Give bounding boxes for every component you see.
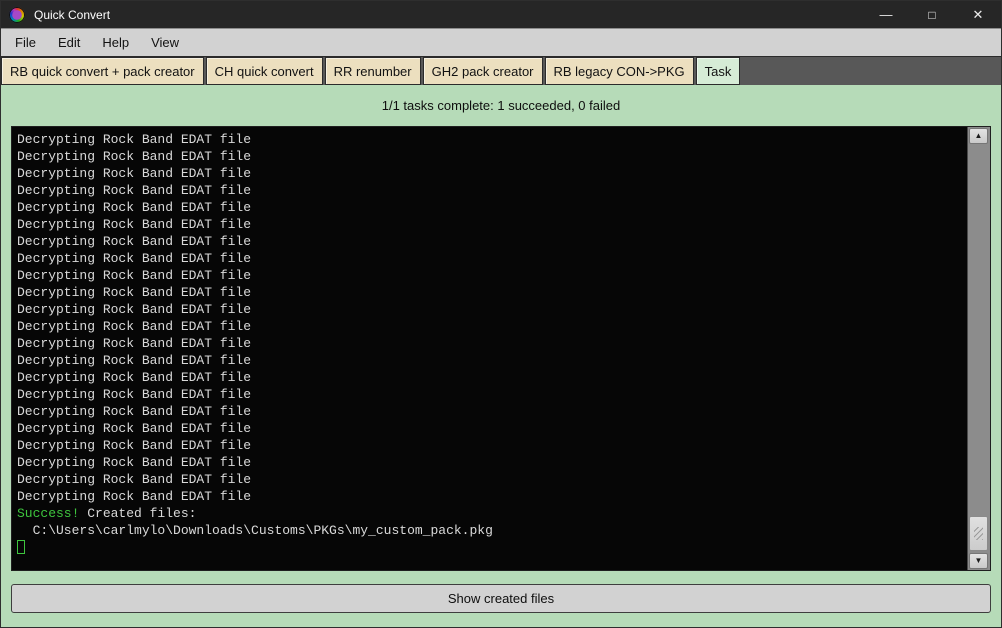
menu-bar: FileEditHelpView [1, 28, 1001, 57]
app-icon [9, 7, 25, 23]
show-created-files-button[interactable]: Show created files [11, 584, 991, 613]
created-file-path: C:\Users\carlmylo\Downloads\Customs\PKGs… [17, 522, 967, 539]
title-bar: Quick Convert — □ ✕ [1, 1, 1001, 28]
console-log-line: Decrypting Rock Band EDAT file [17, 216, 967, 233]
console-log-line: Decrypting Rock Band EDAT file [17, 335, 967, 352]
console-log-line: Decrypting Rock Band EDAT file [17, 165, 967, 182]
console-output: Decrypting Rock Band EDAT fileDecrypting… [12, 127, 967, 570]
console-log-line: Decrypting Rock Band EDAT file [17, 182, 967, 199]
tab-rb-quick-convert-pack-creator[interactable]: RB quick convert + pack creator [1, 57, 204, 85]
console-log-line: Decrypting Rock Band EDAT file [17, 454, 967, 471]
tab-task[interactable]: Task [696, 57, 741, 85]
app-window: Quick Convert — □ ✕ FileEditHelpView RB … [0, 0, 1002, 628]
console-log-line: Decrypting Rock Band EDAT file [17, 318, 967, 335]
tab-bar: RB quick convert + pack creatorCH quick … [1, 57, 1001, 85]
console-log-line: Decrypting Rock Band EDAT file [17, 284, 967, 301]
task-panel: 1/1 tasks complete: 1 succeeded, 0 faile… [1, 85, 1001, 627]
window-controls: — □ ✕ [863, 1, 1001, 28]
scrollbar-thumb[interactable] [969, 516, 988, 551]
maximize-button[interactable]: □ [909, 1, 955, 28]
console-log-line: Decrypting Rock Band EDAT file [17, 488, 967, 505]
scrollbar-grip [974, 527, 983, 540]
console-log-line: Decrypting Rock Band EDAT file [17, 301, 967, 318]
console-panel: Decrypting Rock Band EDAT fileDecrypting… [11, 126, 991, 571]
scroll-down-icon[interactable]: ▼ [969, 553, 988, 569]
window-title: Quick Convert [34, 8, 863, 22]
console-log-line: Decrypting Rock Band EDAT file [17, 471, 967, 488]
task-status-text: 1/1 tasks complete: 1 succeeded, 0 faile… [1, 85, 1001, 126]
console-success-line: Success! Created files: [17, 505, 967, 522]
console-cursor-line [17, 539, 967, 556]
menu-item-edit[interactable]: Edit [47, 35, 91, 50]
console-log-line: Decrypting Rock Band EDAT file [17, 233, 967, 250]
console-log-line: Decrypting Rock Band EDAT file [17, 199, 967, 216]
console-log-line: Decrypting Rock Band EDAT file [17, 148, 967, 165]
close-button[interactable]: ✕ [955, 1, 1001, 28]
console-log-line: Decrypting Rock Band EDAT file [17, 369, 967, 386]
console-scrollbar[interactable]: ▲ ▼ [967, 127, 990, 570]
console-log-line: Decrypting Rock Band EDAT file [17, 250, 967, 267]
console-log-line: Decrypting Rock Band EDAT file [17, 420, 967, 437]
menu-item-file[interactable]: File [4, 35, 47, 50]
menu-item-view[interactable]: View [140, 35, 190, 50]
terminal-cursor [17, 540, 25, 554]
console-log-line: Decrypting Rock Band EDAT file [17, 267, 967, 284]
success-label: Success! [17, 506, 79, 521]
console-log-line: Decrypting Rock Band EDAT file [17, 403, 967, 420]
console-log-line: Decrypting Rock Band EDAT file [17, 352, 967, 369]
console-log-line: Decrypting Rock Band EDAT file [17, 131, 967, 148]
menu-item-help[interactable]: Help [91, 35, 140, 50]
tab-ch-quick-convert[interactable]: CH quick convert [206, 57, 323, 85]
minimize-button[interactable]: — [863, 1, 909, 28]
tab-rr-renumber[interactable]: RR renumber [325, 57, 421, 85]
console-log-line: Decrypting Rock Band EDAT file [17, 437, 967, 454]
tab-rb-legacy-con-pkg[interactable]: RB legacy CON->PKG [545, 57, 694, 85]
scroll-up-icon[interactable]: ▲ [969, 128, 988, 144]
tab-gh2-pack-creator[interactable]: GH2 pack creator [423, 57, 543, 85]
console-log-line: Decrypting Rock Band EDAT file [17, 386, 967, 403]
